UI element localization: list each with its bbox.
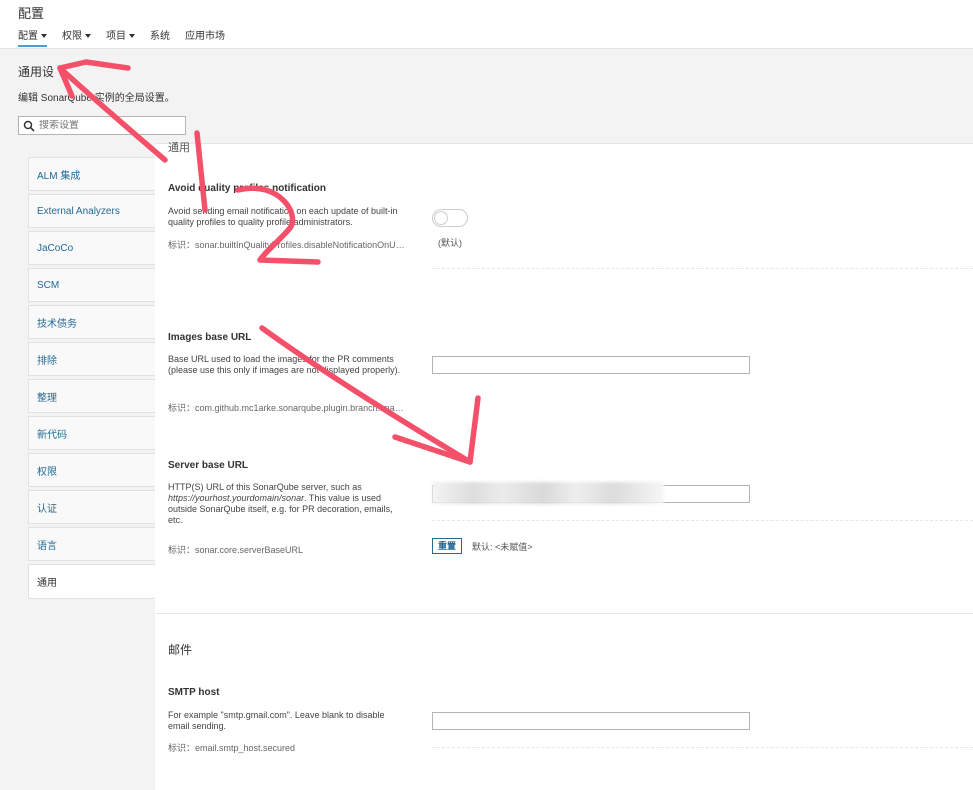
sidebar-item-new-code[interactable]: 新代码 [28, 416, 156, 450]
sidebar-item-general[interactable]: 通用 [28, 564, 156, 599]
notification-toggle[interactable] [432, 209, 468, 227]
divider [155, 143, 973, 144]
nav-label: 项目 [106, 31, 126, 42]
search-icon [23, 120, 35, 132]
section-heading: 通用设 [18, 65, 55, 79]
caret-down-icon [41, 34, 47, 39]
caret-down-icon [85, 34, 91, 39]
setting-name: Avoid quality profiles notification [168, 183, 326, 194]
reset-button[interactable]: 重置 [432, 538, 463, 554]
top-bar: 配置 配置 权限 项目 系统 应用市场 [0, 0, 973, 49]
sidebar-item-alm[interactable]: ALM 集成 [28, 157, 156, 191]
caret-down-icon [129, 34, 135, 39]
category-title: 通用 [168, 142, 190, 154]
nav-label: 应用市场 [185, 31, 225, 42]
divider [432, 268, 973, 269]
default-note: (默认) [438, 238, 462, 248]
setting-description: Base URL used to load the images for the… [168, 354, 401, 375]
smtp-host-input[interactable] [432, 712, 750, 730]
sidebar-item-external-analyzers[interactable]: External Analyzers [28, 194, 156, 228]
setting-key: 标识：com.github.mc1arke.sonarqube.plugin.b… [168, 403, 408, 413]
nav-item-marketplace[interactable]: 应用市场 [185, 30, 225, 47]
setting-key: 标识：sonar.builtInQualityProfiles.disableN… [168, 240, 408, 250]
sidebar-item-languages[interactable]: 语言 [28, 527, 156, 561]
sidebar-item-authentication[interactable]: 认证 [28, 490, 156, 524]
settings-search[interactable] [18, 116, 186, 135]
annotation-arrow-1-head-a [57, 59, 131, 71]
nav-label: 配置 [18, 31, 38, 42]
nav-item-system[interactable]: 系统 [150, 30, 170, 47]
nav-label: 权限 [62, 31, 82, 42]
setting-name: Images base URL [168, 332, 252, 343]
sidebar-item-permissions[interactable]: 权限 [28, 453, 156, 487]
sidebar-item-exclusions[interactable]: 排除 [28, 342, 156, 376]
page-title: 配置 [18, 6, 45, 21]
nav-item-permissions[interactable]: 权限 [62, 30, 91, 47]
settings-content: 通用 Avoid quality profiles notification A… [155, 142, 973, 790]
description-example: https://yourhost.yourdomain/sonar [168, 493, 305, 503]
main-nav: 配置 权限 项目 系统 应用市场 [18, 30, 240, 47]
sidebar-item-housekeeping[interactable]: 整理 [28, 379, 156, 413]
redacted-url-value [432, 482, 664, 504]
nav-item-projects[interactable]: 项目 [106, 30, 135, 47]
setting-description: Avoid sending email notification on each… [168, 206, 398, 227]
default-value: 默认: <未赋值> [472, 542, 533, 552]
nav-item-config[interactable]: 配置 [18, 30, 47, 47]
toggle-knob [434, 211, 448, 225]
divider [432, 520, 973, 521]
setting-description: For example "smtp.gmail.com". Leave blan… [168, 710, 385, 731]
setting-name: SMTP host [168, 687, 220, 698]
search-input[interactable] [35, 120, 179, 131]
images-base-url-input[interactable] [432, 356, 750, 374]
nav-label: 系统 [150, 31, 170, 42]
setting-name: Server base URL [168, 460, 249, 471]
setting-key: 标识：sonar.core.serverBaseURL [168, 545, 304, 555]
settings-category-list: ALM 集成 External Analyzers JaCoCo SCM 技术债… [28, 157, 156, 602]
setting-description: HTTP(S) URL of this SonarQube server, su… [168, 482, 408, 526]
divider [155, 613, 973, 614]
description-text: HTTP(S) URL of this SonarQube server, su… [168, 482, 362, 492]
sidebar-item-scm[interactable]: SCM [28, 268, 156, 302]
sidebar-item-jacoco[interactable]: JaCoCo [28, 231, 156, 265]
setting-key: 标识：email.smtp_host.secured [168, 743, 296, 753]
category-title: 邮件 [168, 643, 193, 657]
section-description: 编辑 SonarQube 实例的全局设置。 [18, 93, 175, 104]
divider [432, 747, 973, 748]
sidebar-item-technical-debt[interactable]: 技术债务 [28, 305, 156, 339]
annotation-arrow-1 [57, 65, 168, 163]
